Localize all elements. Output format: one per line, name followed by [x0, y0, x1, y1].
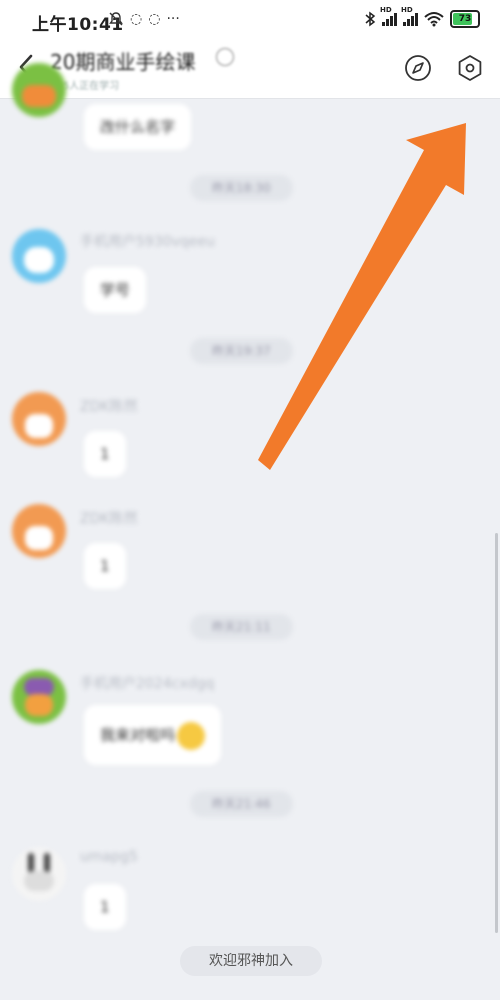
battery-icon: 73	[450, 10, 480, 28]
emoji-icon	[177, 721, 206, 750]
avatar[interactable]	[12, 229, 66, 283]
avatar[interactable]	[12, 504, 66, 558]
chat-subtitle: 385人正在学习	[50, 81, 120, 92]
sender-name: umapg5	[80, 849, 138, 865]
status-bar: 上午10:41 ◌ ◌ ··· HD HD 73	[0, 0, 500, 40]
chat-title: 20期商业手绘课	[50, 50, 196, 74]
wifi-icon	[424, 12, 444, 27]
chat-area[interactable]: 改什么名字 昨天18:30 手机用户5930vqeeu 学号 昨天19:37 Z…	[0, 63, 500, 1000]
sender-name: ZDK陈然	[80, 399, 138, 415]
avatar[interactable]	[12, 847, 66, 901]
message-bubble[interactable]: 1	[84, 884, 126, 930]
chat-title-block[interactable]: 20期商业手绘课 385人正在学习	[50, 46, 290, 92]
message-bubble[interactable]: 改什么名字	[84, 104, 192, 150]
status-app-icon: ◌	[130, 11, 143, 27]
avatar[interactable]	[12, 392, 66, 446]
signal-hd-label: HD	[401, 6, 413, 14]
status-right-icons: HD HD 73	[364, 6, 480, 28]
scrollbar[interactable]	[495, 533, 498, 933]
message-bubble[interactable]: 1	[84, 431, 126, 477]
more-dots-icon: ···	[166, 11, 180, 27]
status-left-icons: ◌ ◌ ···	[108, 11, 180, 27]
timestamp: 昨天18:30	[190, 175, 293, 201]
compass-icon[interactable]	[403, 53, 433, 83]
sender-name: ZDK陈然	[80, 511, 138, 527]
timestamp: 昨天19:37	[190, 338, 293, 364]
bluetooth-icon	[365, 11, 376, 27]
avatar[interactable]	[12, 63, 66, 117]
timestamp: 昨天21:46	[190, 791, 293, 817]
sender-name: 手机用户2024cxdgq	[80, 676, 215, 692]
timestamp: 昨天21:11	[190, 614, 293, 640]
signal-hd-label: HD	[380, 6, 392, 14]
message-text: 我来对啦吗	[100, 726, 176, 744]
sender-name: 手机用户5930vqeeu	[80, 234, 215, 250]
settings-hexagon-icon[interactable]	[455, 53, 485, 83]
chat-header: 20期商业手绘课 385人正在学习	[0, 40, 500, 99]
signal-icon: HD	[401, 6, 418, 26]
message-bubble[interactable]: 1	[84, 543, 126, 589]
battery-level: 73	[458, 14, 472, 24]
status-app-icon: ◌	[148, 11, 161, 27]
info-icon[interactable]	[216, 48, 234, 66]
message-bubble[interactable]: 学号	[84, 267, 147, 313]
welcome-notice: 欢迎邪神加入	[180, 946, 322, 976]
message-bubble[interactable]: 我来对啦吗	[84, 705, 222, 765]
bell-muted-icon	[109, 12, 123, 26]
avatar[interactable]	[12, 670, 66, 724]
signal-icon: HD	[380, 6, 397, 26]
